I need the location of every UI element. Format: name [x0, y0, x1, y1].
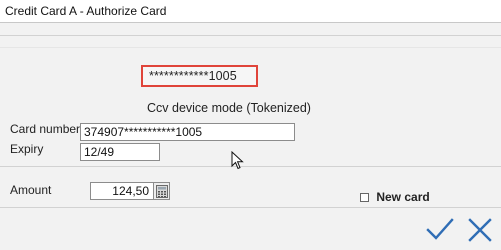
close-icon: [468, 218, 492, 242]
card-number-label: Card number: [10, 122, 80, 136]
window-title: Credit Card A - Authorize Card: [5, 4, 167, 18]
ccv-mode-label: Ccv device mode (Tokenized): [147, 101, 311, 115]
amount-field[interactable]: 124,50: [90, 182, 154, 200]
expiry-label: Expiry: [10, 142, 44, 156]
confirm-button[interactable]: [425, 217, 455, 243]
card-number-field[interactable]: 374907***********1005: [80, 123, 295, 141]
checkbox-box[interactable]: [360, 193, 369, 202]
window-titlebar: Credit Card A - Authorize Card: [0, 0, 501, 22]
amount-label: Amount: [10, 183, 52, 197]
new-card-checkbox[interactable]: New card: [360, 190, 430, 204]
new-card-label: New card: [376, 190, 430, 204]
mouse-cursor-icon: [231, 150, 245, 174]
calculator-button[interactable]: [154, 182, 170, 200]
masked-card-number-highlight: ************1005: [141, 65, 258, 87]
expiry-field[interactable]: 12/49: [80, 143, 160, 161]
checkmark-icon: [426, 218, 454, 240]
title-divider: [0, 22, 501, 23]
cancel-button[interactable]: [465, 217, 495, 243]
calculator-icon: [156, 185, 168, 198]
masked-card-number: ************1005: [149, 69, 237, 83]
